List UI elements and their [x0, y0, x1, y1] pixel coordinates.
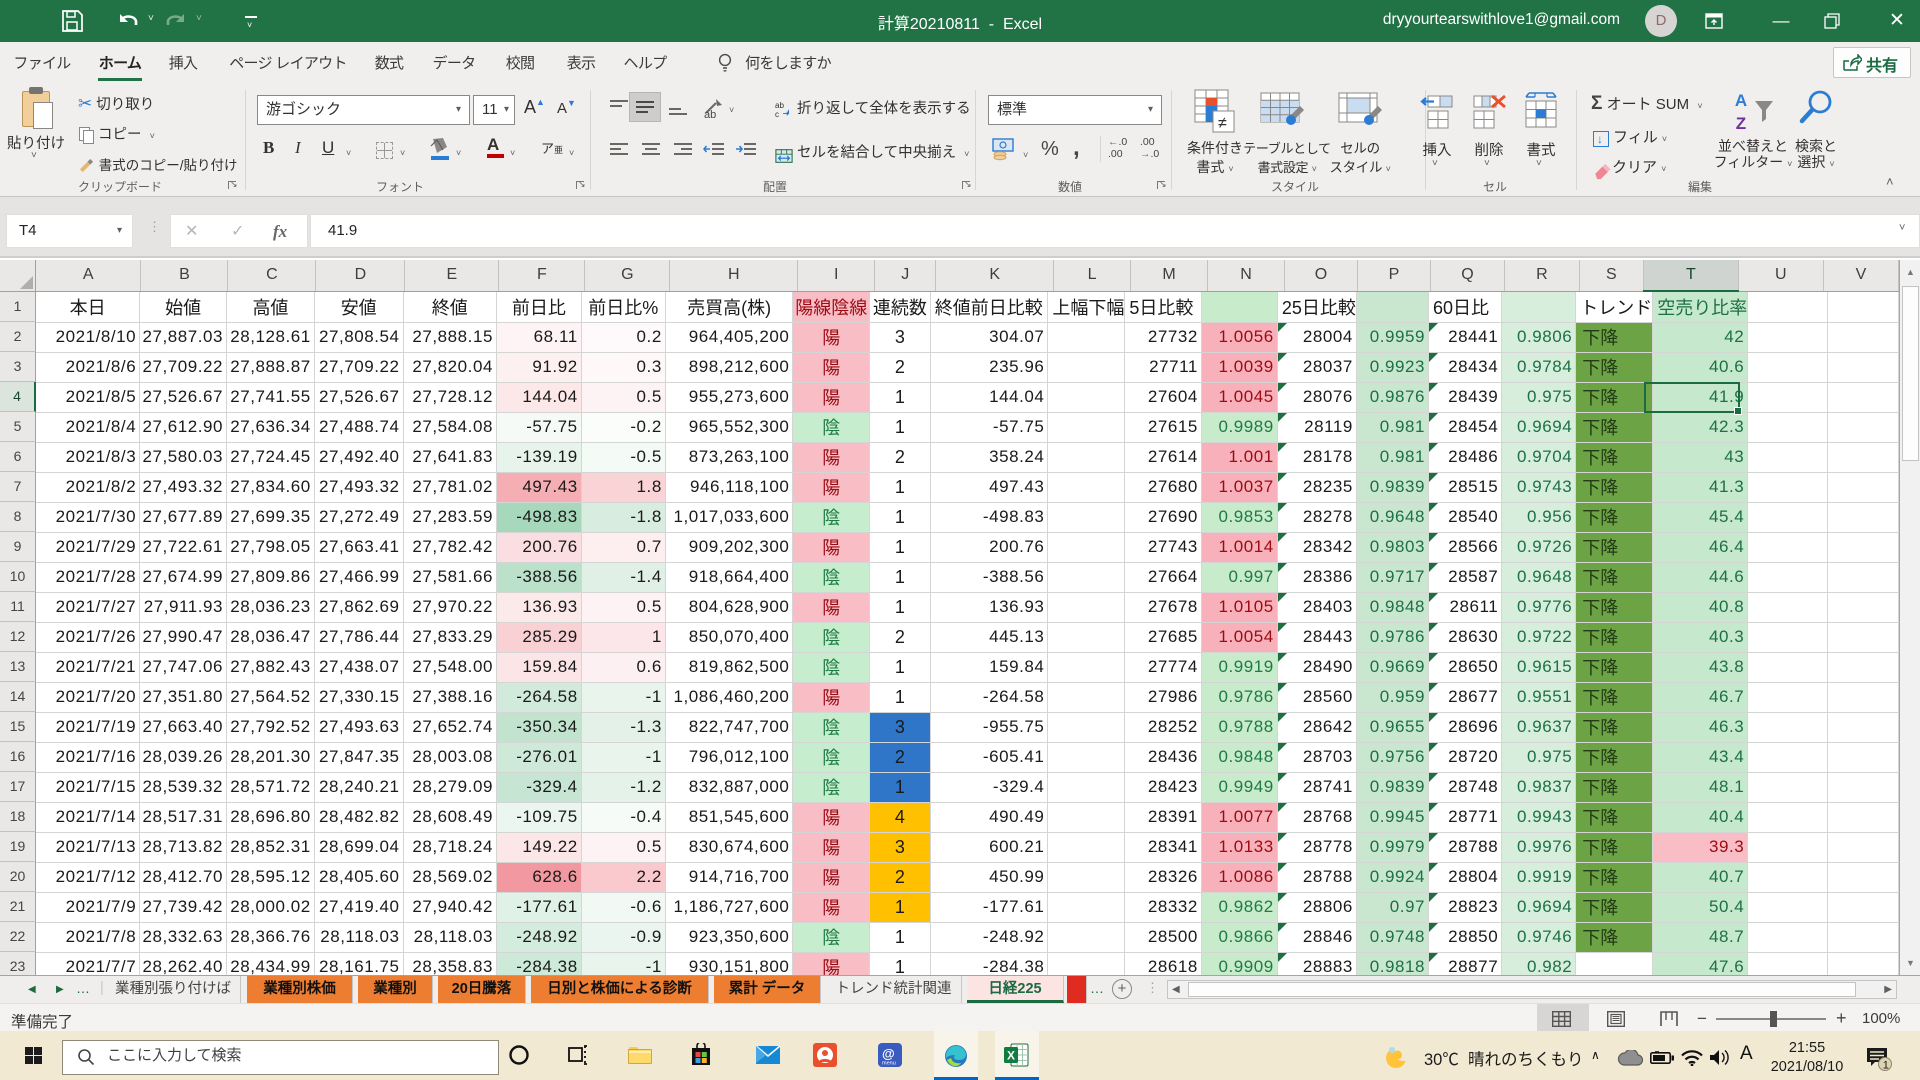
svg-text:@: @ — [882, 1046, 895, 1061]
svg-text:ab: ab — [704, 109, 716, 119]
svg-text:ab: ab — [775, 101, 784, 110]
svg-text:c: c — [775, 110, 779, 118]
svg-text:menu: menu — [882, 1061, 896, 1067]
svg-text:1: 1 — [1883, 1060, 1889, 1072]
svg-text:≠: ≠ — [1218, 115, 1227, 132]
svg-text:X: X — [1007, 1049, 1015, 1063]
